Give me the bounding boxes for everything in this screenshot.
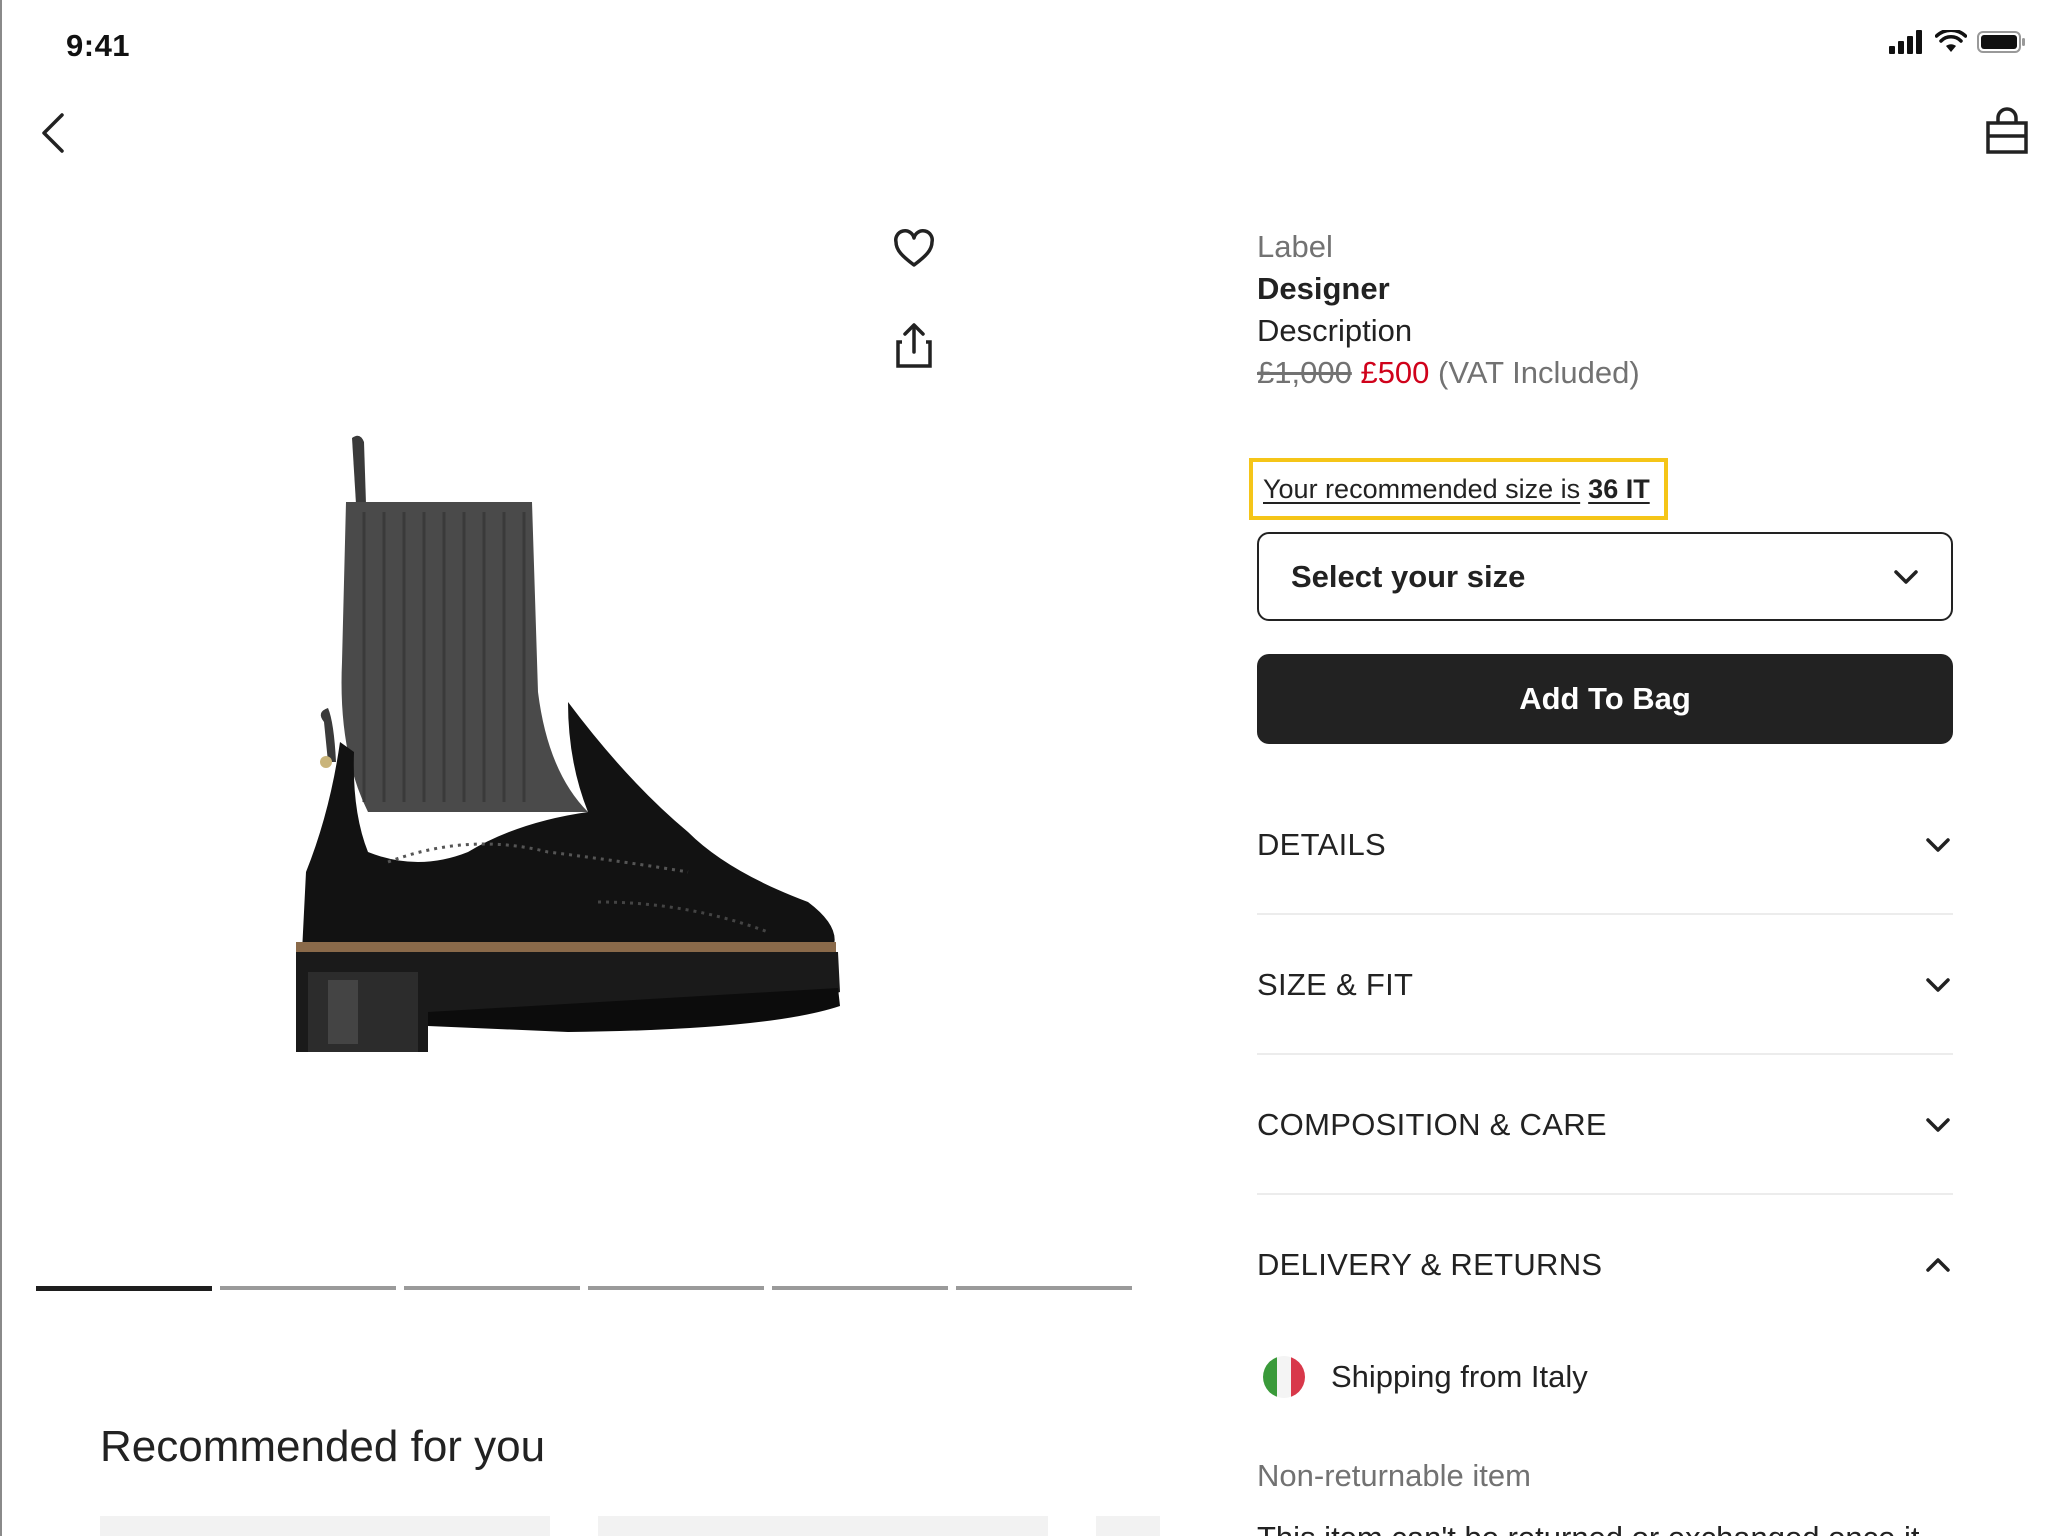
divider (1257, 1053, 1953, 1055)
product-image[interactable] (268, 432, 928, 1092)
divider (1257, 1193, 1953, 1195)
window-edge (0, 0, 2, 1536)
pager-segment[interactable] (404, 1286, 580, 1290)
status-time: 9:41 (66, 28, 131, 63)
product-info: Label Designer Description £1,000 £500 (… (1257, 226, 1953, 394)
divider (1257, 913, 1953, 915)
pager-segment[interactable] (36, 1286, 212, 1291)
accordion-label: SIZE & FIT (1257, 967, 1414, 1002)
shipping-origin: Shipping from Italy (1263, 1356, 1588, 1398)
share-icon (896, 323, 932, 368)
pager-segment[interactable] (588, 1286, 764, 1290)
recommended-card[interactable] (1096, 1516, 1160, 1536)
size-select-label: Select your size (1291, 558, 1526, 594)
chevron-down-icon (1926, 978, 1950, 992)
wifi-icon (1935, 30, 1967, 52)
chevron-up-icon (1926, 1258, 1950, 1272)
boot-image (296, 435, 840, 1052)
back-button[interactable] (34, 108, 74, 158)
accordion-label: DELIVERY & RETURNS (1257, 1247, 1603, 1282)
pager-segment[interactable] (220, 1286, 396, 1290)
pager-segment[interactable] (772, 1286, 948, 1290)
shopping-bag-icon (1986, 107, 2028, 154)
price-original: £1,000 (1257, 355, 1352, 390)
share-button[interactable] (892, 320, 936, 370)
shipping-text: Shipping from Italy (1331, 1359, 1588, 1394)
battery-icon (1977, 31, 2025, 53)
product-label: Label (1257, 229, 1333, 264)
shopping-bag-button[interactable] (1983, 106, 2031, 156)
accordion-label: DETAILS (1257, 827, 1387, 862)
product-designer[interactable]: Designer (1257, 268, 1953, 310)
wishlist-button[interactable] (892, 228, 936, 272)
status-icons (1889, 30, 2027, 54)
accordion-label: COMPOSITION & CARE (1257, 1107, 1607, 1142)
accordion-details[interactable]: DETAILS (1257, 815, 1953, 875)
italy-flag-icon (1263, 1356, 1305, 1398)
accordion-delivery-returns[interactable]: DELIVERY & RETURNS (1257, 1235, 1953, 1295)
recommended-card[interactable] (598, 1516, 1048, 1536)
image-pager (36, 1286, 1132, 1291)
accordion-composition-care[interactable]: COMPOSITION & CARE (1257, 1095, 1953, 1155)
non-returnable-note: Non-returnable item (1257, 1458, 1531, 1493)
returns-description: This item can't be returned or exchanged… (1257, 1520, 1953, 1536)
signal-icon (1889, 30, 1922, 54)
chevron-down-icon (1894, 569, 1918, 584)
recommended-card[interactable] (100, 1516, 550, 1536)
accordion-size-fit[interactable]: SIZE & FIT (1257, 955, 1953, 1015)
vat-note: (VAT Included) (1438, 355, 1640, 390)
size-select[interactable]: Select your size (1257, 532, 1953, 621)
recommended-size-link[interactable]: Your recommended size is 36 IT (1249, 458, 1668, 520)
product-description: Description (1257, 313, 1413, 348)
recommended-title: Recommended for you (100, 1422, 546, 1471)
recommended-size-value: 36 IT (1588, 473, 1650, 504)
recommended-size-text: Your recommended size is (1263, 473, 1581, 504)
heart-icon (894, 229, 934, 267)
price-row: £1,000 £500 (VAT Included) (1257, 352, 1953, 394)
add-to-bag-button[interactable]: Add To Bag (1257, 654, 1953, 744)
chevron-left-icon (42, 113, 64, 153)
chevron-down-icon (1926, 838, 1950, 852)
chevron-down-icon (1926, 1118, 1950, 1132)
price-sale: £500 (1360, 355, 1430, 390)
pager-segment[interactable] (956, 1286, 1132, 1290)
